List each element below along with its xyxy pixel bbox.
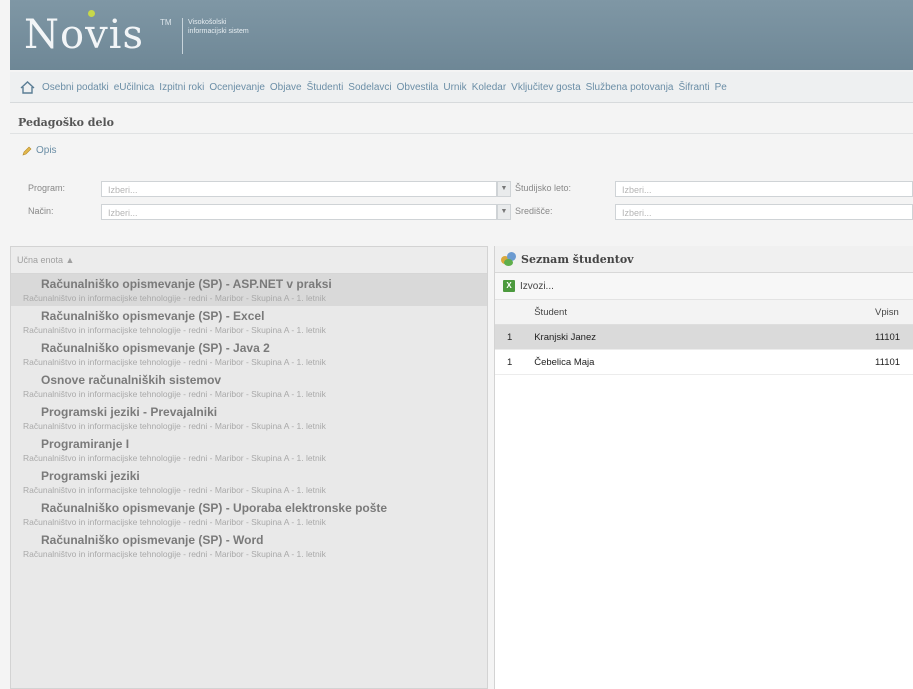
studijsko-leto-label: Študijsko leto:	[515, 183, 572, 193]
menu-item-ocenjevanje[interactable]: Ocenjevanje	[209, 82, 265, 93]
course-subtitle: Računalništvo in informacijske tehnologi…	[23, 453, 326, 463]
export-button[interactable]: Izvozi...	[520, 281, 554, 292]
course-item[interactable]: Programiranje I Računalništvo in informa…	[11, 434, 487, 466]
menu-item-eucilnica[interactable]: eUčilnica	[114, 82, 155, 93]
course-subtitle: Računalništvo in informacijske tehnologi…	[23, 549, 326, 559]
opis-button[interactable]: Opis	[22, 145, 57, 156]
course-title: Računalniško opismevanje (SP) - ASP.NET …	[41, 277, 332, 291]
course-column-header[interactable]: Učna enota ▲	[11, 247, 487, 274]
menu-item-pe[interactable]: Pe	[715, 82, 727, 93]
pencil-icon	[22, 146, 32, 156]
course-title: Programski jeziki - Prevajalniki	[41, 405, 218, 419]
course-subtitle: Računalništvo in informacijske tehnologi…	[23, 325, 326, 335]
main-menu: Osebni podatki eUčilnica Izpitni roki Oc…	[10, 72, 913, 103]
table-row[interactable]: 1 Čebelica Maja 11101	[495, 350, 913, 375]
sredisce-select[interactable]: Izberi...	[615, 204, 913, 220]
studijsko-leto-select[interactable]: Izberi...	[615, 181, 913, 197]
course-item[interactable]: Računalniško opismevanje (SP) - Uporaba …	[11, 498, 487, 530]
menu-item-izpitni-roki[interactable]: Izpitni roki	[159, 82, 204, 93]
course-title: Programiranje I	[41, 437, 130, 451]
student-list-header: Seznam študentov	[495, 246, 913, 273]
opis-label: Opis	[36, 145, 57, 156]
app-subtitle: Visokošolski informacijski sistem	[188, 19, 249, 35]
student-name: Kranjski Janez	[534, 331, 596, 343]
menu-item-sodelavci[interactable]: Sodelavci	[348, 82, 391, 93]
course-title: Računalniško opismevanje (SP) - Java 2	[41, 341, 270, 355]
vpisna-column-header[interactable]: Vpisn	[875, 307, 913, 318]
trademark-mark: TM	[160, 18, 172, 27]
course-list-panel: Učna enota ▲ Računalniško opismevanje (S…	[10, 246, 488, 689]
course-subtitle: Računalništvo in informacijske tehnologi…	[23, 293, 326, 303]
course-item[interactable]: Osnove računalniških sistemov Računalniš…	[11, 370, 487, 402]
student-column-header[interactable]: Študent	[524, 307, 875, 318]
nacin-dropdown-arrow-icon[interactable]: ▼	[497, 204, 511, 220]
program-label: Program:	[28, 183, 66, 193]
student-grid-header: Študent Vpisn	[495, 300, 913, 325]
student-toolbar: X Izvozi...	[495, 273, 913, 300]
course-subtitle: Računalništvo in informacijske tehnologi…	[23, 357, 326, 367]
student-list-title: Seznam študentov	[521, 252, 634, 266]
course-item[interactable]: Računalniško opismevanje (SP) - Word Rač…	[11, 530, 487, 562]
menu-item-urnik[interactable]: Urnik	[443, 82, 466, 93]
row-number: 1	[506, 331, 513, 343]
excel-icon: X	[503, 280, 515, 292]
nacin-label: Način:	[28, 206, 54, 216]
home-icon[interactable]	[20, 80, 36, 94]
app-header: Novis TM Visokošolski informacijski sist…	[10, 0, 913, 70]
course-title: Osnove računalniških sistemov	[41, 373, 222, 387]
course-subtitle: Računalništvo in informacijske tehnologi…	[23, 389, 326, 399]
course-subtitle: Računalništvo in informacijske tehnologi…	[23, 421, 326, 431]
nacin-select[interactable]: Izberi...	[101, 204, 497, 220]
menu-item-sluzbena-potovanja[interactable]: Službena potovanja	[586, 82, 674, 93]
app-logo: Novis	[24, 12, 144, 58]
menu-item-vkljucitev-gosta[interactable]: Vključitev gosta	[511, 82, 580, 93]
course-item[interactable]: Računalniško opismevanje (SP) - Excel Ra…	[11, 306, 487, 338]
menu-item-objave[interactable]: Objave	[270, 82, 302, 93]
student-vpisna: 11101	[875, 331, 901, 343]
row-number: 1	[506, 356, 513, 368]
student-name: Čebelica Maja	[534, 356, 595, 368]
course-subtitle: Računalništvo in informacijske tehnologi…	[23, 485, 326, 495]
program-select[interactable]: Izberi...	[101, 181, 497, 197]
course-title: Računalniško opismevanje (SP) - Excel	[41, 309, 265, 323]
title-divider	[10, 133, 913, 134]
users-icon	[501, 252, 517, 266]
student-vpisna: 11101	[875, 356, 901, 368]
course-subtitle: Računalništvo in informacijske tehnologi…	[23, 517, 326, 527]
student-list-panel: Seznam študentov X Izvozi... Študent Vpi…	[494, 246, 913, 689]
course-title: Programski jeziki	[41, 469, 140, 483]
menu-item-sifranti[interactable]: Šifranti	[679, 82, 710, 93]
course-title: Računalniško opismevanje (SP) - Word	[41, 533, 264, 547]
course-item[interactable]: Programski jeziki Računalništvo in infor…	[11, 466, 487, 498]
logo-divider	[182, 18, 183, 54]
program-dropdown-arrow-icon[interactable]: ▼	[497, 181, 511, 197]
page-title: Pedagoško delo	[18, 116, 115, 129]
course-item[interactable]: Računalniško opismevanje (SP) - ASP.NET …	[11, 274, 487, 306]
menu-item-studenti[interactable]: Študenti	[307, 82, 344, 93]
sredisce-label: Središče:	[515, 206, 553, 216]
menu-item-koledar[interactable]: Koledar	[472, 82, 506, 93]
course-item[interactable]: Programski jeziki - Prevajalniki Računal…	[11, 402, 487, 434]
course-title: Računalniško opismevanje (SP) - Uporaba …	[41, 501, 388, 515]
table-row[interactable]: 1 Kranjski Janez 11101	[495, 325, 913, 350]
course-item[interactable]: Računalniško opismevanje (SP) - Java 2 R…	[11, 338, 487, 370]
logo-dot	[88, 10, 95, 17]
menu-item-obvestila[interactable]: Obvestila	[397, 82, 439, 93]
menu-item-osebni-podatki[interactable]: Osebni podatki	[42, 82, 109, 93]
